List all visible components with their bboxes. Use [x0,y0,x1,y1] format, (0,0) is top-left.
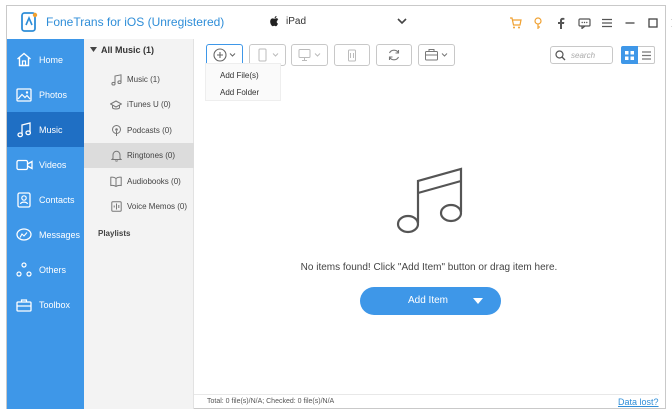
search-icon [555,50,566,61]
triangle-down-icon [90,47,97,52]
music-note-icon [110,73,122,86]
add-item-button[interactable]: Add Item [360,287,501,315]
refresh-icon [388,49,400,61]
sidebar-item-label: Home [39,54,64,65]
caret-down-icon [473,298,483,304]
sub-item-voice-memos[interactable]: Voice Memos (0) [84,194,194,219]
sidebar-item-others[interactable]: Others [7,252,84,287]
delete-button[interactable] [334,44,370,66]
playlists-header[interactable]: Playlists [98,229,130,238]
sidebar-item-home[interactable]: Home [7,42,84,77]
search-box[interactable]: search [550,46,613,64]
device-name: iPad [286,15,307,27]
apple-icon [270,16,279,27]
sub-item-podcasts[interactable]: Podcasts (0) [84,118,194,143]
refresh-button[interactable] [376,44,412,66]
empty-state-message: No items found! Click "Add Item" button … [300,262,558,273]
feedback-icon[interactable] [574,15,594,31]
toolbox-icon [15,296,33,314]
sub-item-audiobooks[interactable]: Audiobooks (0) [84,169,194,194]
sidebar-item-label: Contacts [39,194,75,205]
maximize-icon[interactable] [643,15,663,31]
all-music-label: All Music (1) [101,45,155,55]
sub-item-itunes-u[interactable]: iTunes U (0) [84,92,194,117]
podcast-icon [110,124,122,137]
window-controls [505,15,672,31]
briefcase-icon [424,49,447,61]
search-placeholder: search [571,51,596,60]
list-icon [641,50,651,60]
sub-item-label: Podcasts (0) [127,126,172,135]
device-selector[interactable]: iPad [270,15,306,27]
music-category-panel: All Music (1) Music (1) iTunes U (0) Pod… [84,39,194,409]
sub-item-ringtones[interactable]: Ringtones (0) [84,143,194,168]
sidebar-item-label: Music [39,124,63,135]
sub-item-label: Ringtones (0) [127,151,176,160]
sidebar-item-toolbox[interactable]: Toolbox [7,287,84,322]
minimize-icon[interactable] [620,15,640,31]
toolbox-menu-button[interactable] [418,44,455,66]
app-title: FoneTrans for iOS (Unregistered) [46,15,225,29]
sub-item-music[interactable]: Music (1) [84,67,194,92]
sidebar-item-videos[interactable]: Videos [7,147,84,182]
voice-memo-icon [110,201,122,213]
home-icon [15,51,33,69]
message-icon [15,226,33,244]
close-icon[interactable] [666,15,672,31]
menu-item-add-files[interactable]: Add File(s) [220,71,259,80]
export-to-pc-button[interactable] [291,44,328,66]
sidebar: Home Photos Music Videos Contacts Messag… [7,39,84,409]
add-dropdown-menu: Add File(s) Add Folder [205,63,281,101]
sidebar-item-photos[interactable]: Photos [7,77,84,112]
trash-icon [348,49,356,62]
chevron-down-icon[interactable] [397,17,407,25]
status-bar: Total: 0 file(s)/N/A; Checked: 0 file(s)… [194,394,659,410]
music-note-icon [396,167,463,234]
sub-item-label: Voice Memos (0) [127,202,188,211]
others-icon [15,261,33,279]
graduation-cap-icon [110,99,122,111]
facebook-icon[interactable] [551,15,571,31]
video-camera-icon [15,156,33,174]
sidebar-item-label: Videos [39,159,67,170]
sub-item-label: Audiobooks (0) [127,177,181,186]
export-pc-icon [298,49,320,61]
fonetrans-logo-icon [21,12,38,32]
sidebar-item-label: Photos [39,89,68,100]
export-device-icon [258,48,278,62]
music-note-icon [15,121,33,139]
contacts-icon [15,191,33,209]
data-lost-link[interactable]: Data lost? [618,397,659,407]
sidebar-item-contacts[interactable]: Contacts [7,182,84,217]
cart-icon[interactable] [505,15,525,31]
photo-icon [15,86,33,104]
sidebar-item-messages[interactable]: Messages [7,217,84,252]
grid-view-toggle[interactable] [621,46,638,64]
list-view-toggle[interactable] [638,46,655,64]
key-icon[interactable] [528,15,548,31]
sidebar-item-label: Toolbox [39,299,71,310]
sidebar-item-music[interactable]: Music [7,112,84,147]
add-icon [212,48,235,62]
menu-item-add-folder[interactable]: Add Folder [220,88,259,97]
title-bar: FoneTrans for iOS (Unregistered) iPad [7,6,672,39]
bell-icon [110,150,122,162]
sidebar-item-label: Others [39,264,67,275]
all-music-header[interactable]: All Music (1) [90,45,154,55]
app-window: FoneTrans for iOS (Unregistered) iPad Ho… [6,5,672,410]
sidebar-item-label: Messages [39,229,81,240]
status-text: Total: 0 file(s)/N/A; Checked: 0 file(s)… [207,398,335,405]
sub-item-label: iTunes U (0) [127,100,171,109]
sub-item-label: Music (1) [127,75,160,84]
book-icon [110,176,122,188]
menu-icon[interactable] [597,15,617,31]
grid-icon [625,50,634,60]
